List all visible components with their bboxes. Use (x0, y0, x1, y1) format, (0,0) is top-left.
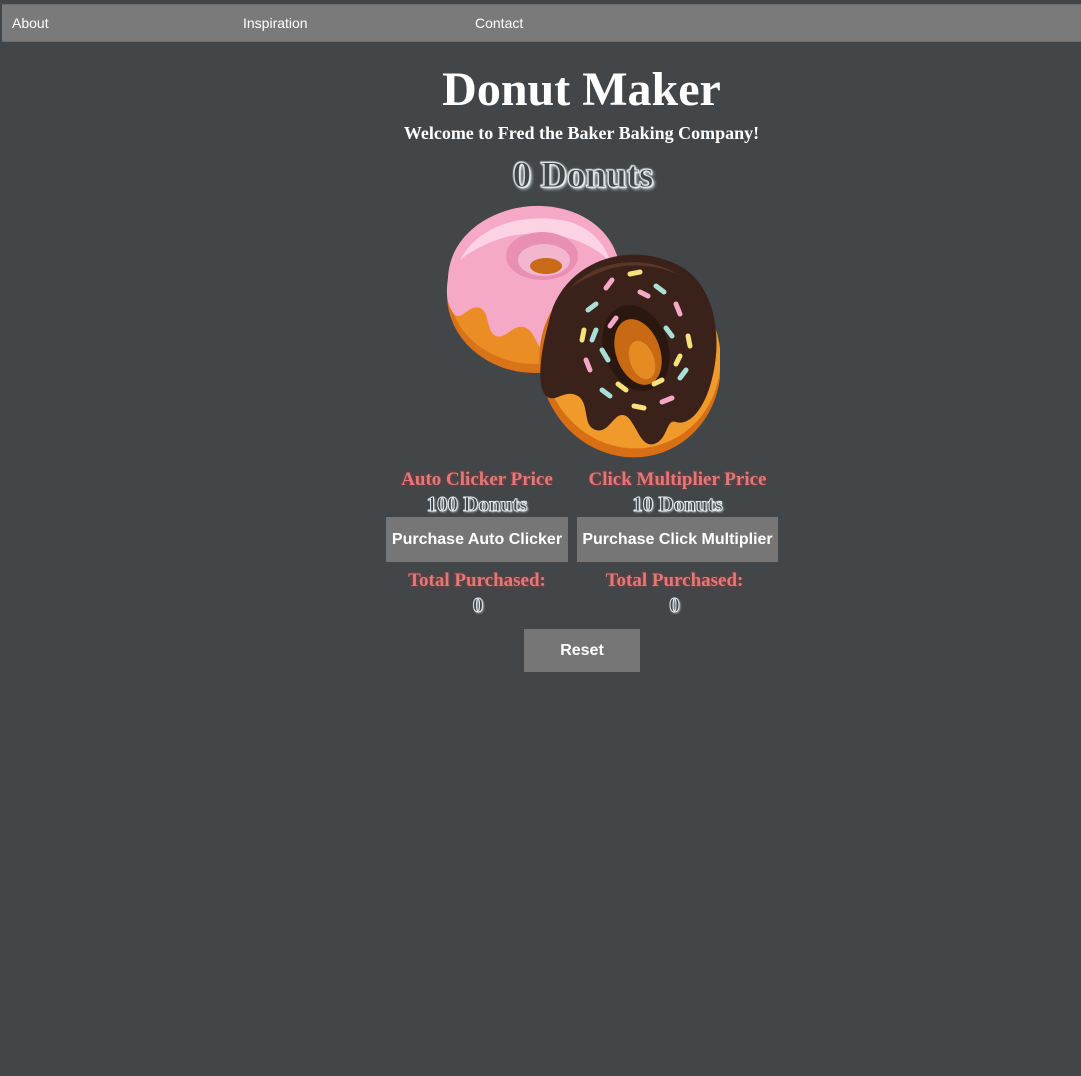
donut-image[interactable] (440, 200, 720, 458)
nav-link-about[interactable]: About (12, 15, 49, 31)
nav-link-inspiration[interactable]: Inspiration (243, 15, 308, 31)
reset-button[interactable]: Reset (524, 629, 640, 672)
donut-count: 0 Donuts (512, 155, 654, 197)
nav-link-contact[interactable]: Contact (475, 15, 523, 31)
auto-clicker-price-value: 100 Donuts (426, 492, 528, 517)
purchase-click-multiplier-button[interactable]: Purchase Click Multiplier (577, 517, 778, 562)
navbar: About Inspiration Contact (2, 4, 1081, 42)
click-multiplier-price-value: 10 Donuts (632, 492, 723, 517)
purchase-auto-clicker-button[interactable]: Purchase Auto Clicker (386, 517, 568, 562)
click-multiplier-price-label: Click Multiplier Price (588, 469, 767, 490)
auto-clicker-total-value: 0 (472, 593, 484, 618)
click-multiplier-total-label: Total Purchased: (605, 570, 744, 591)
click-multiplier-total-value: 0 (669, 593, 681, 618)
page-title: Donut Maker (442, 63, 721, 116)
auto-clicker-price-label: Auto Clicker Price (401, 469, 553, 490)
auto-clicker-total-label: Total Purchased: (408, 570, 546, 591)
page-subtitle: Welcome to Fred the Baker Baking Company… (403, 123, 760, 143)
